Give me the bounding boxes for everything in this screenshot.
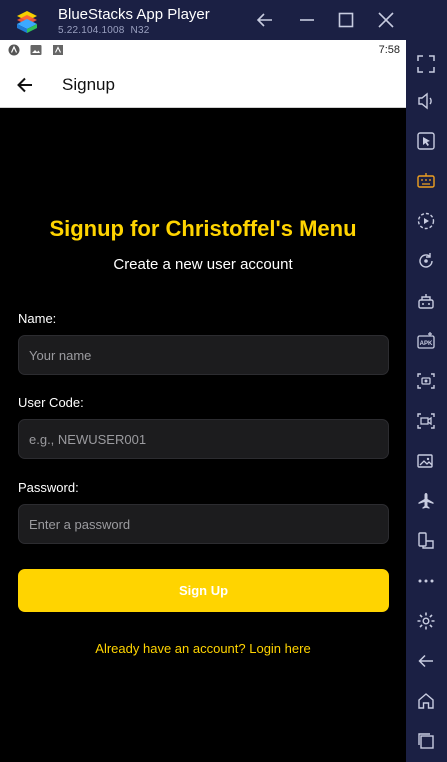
install-apk-button[interactable]: APK — [415, 330, 437, 352]
app-notification-icon — [53, 45, 63, 55]
rotate-icon — [419, 253, 433, 268]
rotate-button[interactable] — [415, 250, 437, 272]
more-button[interactable] — [415, 570, 437, 592]
minimize-icon — [300, 19, 314, 21]
page-title: Signup — [62, 75, 115, 94]
password-label: Password: — [18, 480, 79, 495]
back-button[interactable] — [253, 8, 277, 32]
app-title: BlueStacks App Player — [58, 6, 210, 23]
fullscreen-button[interactable] — [415, 53, 437, 75]
back-icon — [418, 654, 433, 668]
close-icon — [378, 12, 394, 28]
bluestacks-window: BlueStacks App Player 5.22.104.1008 N32 … — [0, 0, 447, 762]
bluestacks-toolbar: APK — [406, 40, 447, 762]
media-icon — [417, 454, 433, 468]
more-icon — [418, 579, 434, 583]
svg-text:APK: APK — [420, 341, 433, 347]
multi-instance-button[interactable] — [415, 530, 437, 552]
password-input[interactable] — [19, 505, 388, 543]
multi-instance-icon — [418, 532, 434, 549]
name-field[interactable] — [18, 335, 389, 375]
record-button[interactable] — [415, 410, 437, 432]
pointer-icon — [417, 132, 435, 150]
password-field[interactable] — [18, 504, 389, 544]
maximize-button[interactable] — [334, 8, 358, 32]
volume-button[interactable] — [415, 90, 437, 112]
settings-icon — [417, 612, 435, 630]
android-screen: 7:58 Signup Signup for Christoffel's Men… — [0, 40, 406, 762]
android-back-button[interactable] — [415, 650, 437, 672]
minimize-button[interactable] — [295, 8, 319, 32]
login-link[interactable]: Already have an account? Login here — [0, 641, 406, 656]
arrow-left-icon — [256, 13, 272, 27]
user-code-field[interactable] — [18, 419, 389, 459]
android-recents-button[interactable] — [415, 730, 437, 752]
airplane-mode-button[interactable] — [415, 490, 437, 512]
signup-subheading: Create a new user account — [113, 256, 293, 273]
settings-button[interactable] — [415, 610, 437, 632]
close-button[interactable] — [374, 8, 398, 32]
app-version: 5.22.104.1008 N32 — [58, 25, 150, 36]
signup-heading: Signup for Christoffel's Menu — [49, 216, 357, 241]
name-input[interactable] — [19, 336, 388, 374]
media-manager-button[interactable] — [415, 450, 437, 472]
name-label: Name: — [18, 311, 57, 326]
keyboard-button[interactable] — [415, 170, 437, 192]
image-notification-icon — [30, 45, 42, 55]
bluestacks-logo-icon — [17, 11, 37, 33]
status-time: 7:58 — [378, 44, 400, 56]
home-icon — [418, 693, 434, 709]
user-code-input[interactable] — [19, 420, 388, 458]
record-icon — [417, 413, 435, 429]
user-code-label: User Code: — [18, 395, 84, 410]
volume-icon — [418, 92, 432, 110]
app-bar: Signup — [0, 61, 406, 108]
apk-icon: APK — [417, 332, 435, 349]
expand-icon — [417, 55, 435, 73]
status-bar: 7:58 — [0, 40, 406, 61]
keyboard-icon — [417, 173, 435, 188]
pointer-button[interactable] — [415, 130, 437, 152]
macro-button[interactable] — [415, 210, 437, 232]
recents-icon — [418, 733, 434, 749]
macro-play-icon — [417, 212, 435, 230]
notification-a-icon — [8, 44, 20, 56]
maximize-icon — [338, 12, 354, 28]
game-controls-button[interactable] — [415, 290, 437, 312]
screenshot-button[interactable] — [415, 370, 437, 392]
sign-up-button[interactable]: Sign Up — [18, 569, 389, 612]
game-controls-icon — [418, 294, 434, 309]
back-arrow-icon[interactable] — [14, 74, 36, 96]
title-bar: BlueStacks App Player 5.22.104.1008 N32 — [0, 0, 447, 40]
screenshot-icon — [417, 373, 435, 389]
android-home-button[interactable] — [415, 690, 437, 712]
airplane-icon — [418, 493, 434, 509]
